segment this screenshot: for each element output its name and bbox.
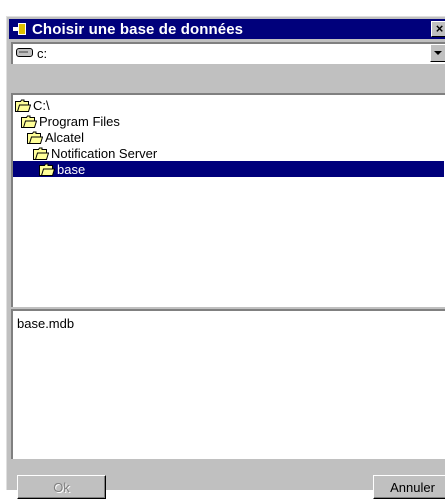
dropdown-arrow-button[interactable] <box>430 44 445 62</box>
tree-item-base[interactable]: base <box>13 161 444 177</box>
chevron-down-icon <box>434 50 442 55</box>
file-item-base-mdb[interactable]: base.mdb <box>17 316 74 331</box>
ok-button[interactable]: Ok <box>17 475 106 499</box>
open-folder-icon <box>33 147 49 160</box>
app-icon <box>12 21 28 37</box>
drive-select[interactable]: c: <box>11 42 445 64</box>
folder-tree[interactable]: C:\ Program Files Alcatel Notification S… <box>11 93 445 307</box>
tree-item-label: base <box>57 161 86 177</box>
tree-item-root[interactable]: C:\ <box>15 97 50 113</box>
tree-item-label: Notification Server <box>51 145 158 161</box>
drive-select-value: c: <box>37 46 48 61</box>
open-folder-icon <box>27 131 43 144</box>
window-title: Choisir une base de données <box>32 20 244 38</box>
open-folder-icon <box>21 115 37 128</box>
tree-item-alcatel[interactable]: Alcatel <box>27 129 84 145</box>
title-bar[interactable]: Choisir une base de données × <box>9 19 445 39</box>
tree-item-notification-server[interactable]: Notification Server <box>33 145 157 161</box>
choose-database-dialog: Choisir une base de données × c: C:\ Pro… <box>6 16 445 499</box>
open-folder-icon <box>39 163 55 176</box>
cancel-button[interactable]: Annuler <box>373 475 445 499</box>
open-folder-icon <box>15 99 31 112</box>
file-list[interactable]: base.mdb <box>11 309 445 459</box>
tree-item-label: Program Files <box>39 113 120 129</box>
tree-item-program-files[interactable]: Program Files <box>21 113 120 129</box>
drive-icon <box>16 48 33 57</box>
tree-item-label: C:\ <box>33 97 50 113</box>
close-button[interactable]: × <box>431 21 445 37</box>
tree-item-label: Alcatel <box>45 129 85 145</box>
